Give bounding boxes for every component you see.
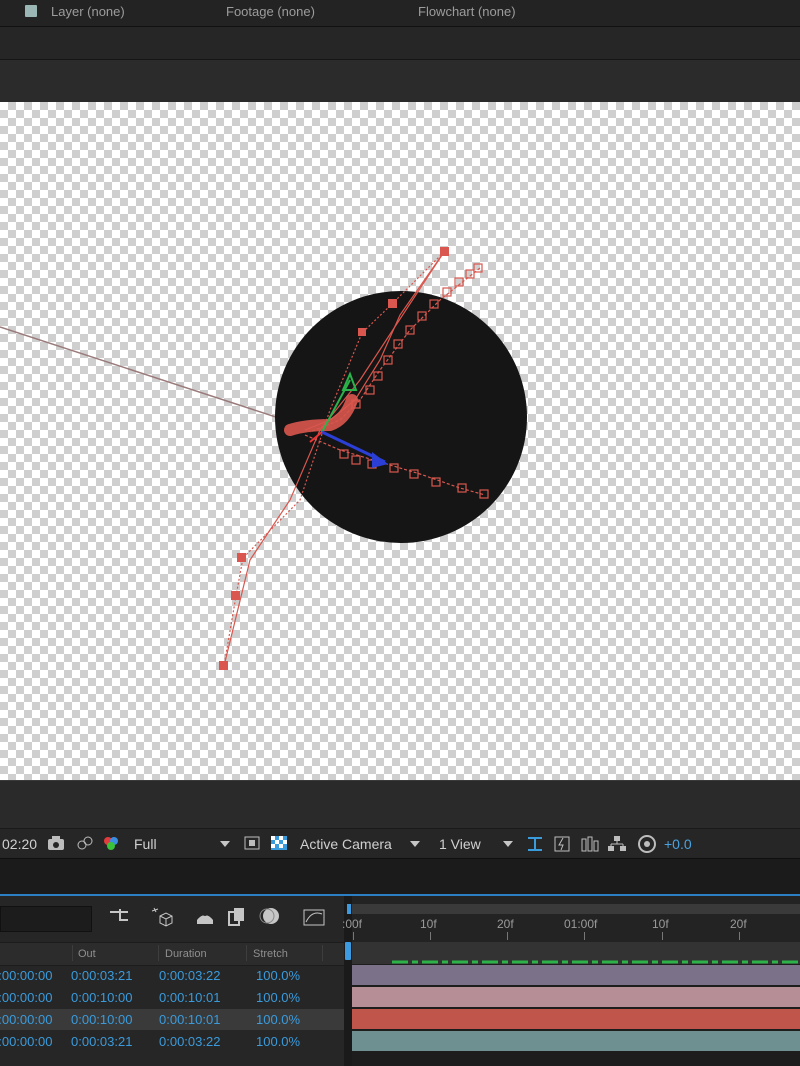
layer-row[interactable]: 0:00:00:00 0:00:03:21 0:00:03:22 100.0% xyxy=(0,1031,344,1052)
layer-row[interactable]: 0:00:00:00 0:00:10:00 0:00:10:01 100.0% xyxy=(0,987,344,1008)
composition-tab-strip xyxy=(0,27,800,60)
exposure-value[interactable]: +0.0 xyxy=(664,836,692,852)
resolution-chevron-down-icon[interactable] xyxy=(220,841,230,847)
composition-viewer[interactable] xyxy=(0,102,800,780)
viewer-controls-bar: 02:20 Full Active Camera 1 View +0.0 xyxy=(0,828,800,859)
region-icon[interactable] xyxy=(243,835,261,851)
timeline-tab-strip xyxy=(0,858,800,895)
layer-in[interactable]: 0:00:00:00 xyxy=(0,1034,52,1049)
layer-in[interactable]: 0:00:00:00 xyxy=(0,968,52,983)
layer-duration-bar[interactable] xyxy=(352,987,800,1007)
ruler-tick-label: :00f xyxy=(342,917,363,931)
layer-stretch[interactable]: 100.0% xyxy=(256,990,300,1005)
time-navigator-bar[interactable] xyxy=(352,904,800,914)
draft-3d-icon[interactable] xyxy=(150,906,174,928)
tab-footage[interactable]: Footage (none) xyxy=(226,4,315,19)
viewer-info-strip xyxy=(0,780,800,829)
composition-flowchart-icon[interactable] xyxy=(108,906,130,926)
layer-duration[interactable]: 0:00:10:01 xyxy=(159,990,220,1005)
timeline-icon[interactable] xyxy=(580,835,600,853)
resolution-select[interactable]: Full xyxy=(134,836,157,852)
motion-blur-icon[interactable] xyxy=(258,906,282,928)
work-area-bar[interactable] xyxy=(352,942,800,964)
time-navigator-handle[interactable] xyxy=(347,904,351,914)
view-layout-select[interactable]: 1 View xyxy=(439,836,481,852)
flowchart-icon[interactable] xyxy=(607,835,627,853)
fast-preview-icon[interactable] xyxy=(553,835,571,853)
exposure-reset-icon[interactable] xyxy=(637,835,657,855)
ruler-tick-label: 10f xyxy=(652,917,669,931)
camera-view-select[interactable]: Active Camera xyxy=(300,836,392,852)
layer-tab-swatch-icon xyxy=(25,5,37,17)
layer-stretch[interactable]: 100.0% xyxy=(256,1034,300,1049)
ruler-tick-label: 10f xyxy=(420,917,437,931)
camera-line xyxy=(0,326,286,421)
viewer-tabs-bar: Layer (none) Footage (none) Flowchart (n… xyxy=(0,0,800,27)
layer-in[interactable]: 0:00:00:00 xyxy=(0,990,52,1005)
hide-shy-icon[interactable] xyxy=(194,906,216,928)
layer-out[interactable]: 0:00:10:00 xyxy=(71,990,132,1005)
pixel-aspect-icon[interactable] xyxy=(526,835,544,853)
layer-duration[interactable]: 0:00:10:01 xyxy=(159,1012,220,1027)
layer-out[interactable]: 0:00:03:21 xyxy=(71,968,132,983)
layer-out[interactable]: 0:00:10:00 xyxy=(71,1012,132,1027)
camera-icon[interactable] xyxy=(47,835,65,851)
viewer-canvas xyxy=(0,247,527,670)
camera-chevron-down-icon[interactable] xyxy=(410,841,420,847)
layer-row[interactable]: 0:00:00:00 0:00:03:21 0:00:03:22 100.0% xyxy=(0,965,344,986)
layer-in[interactable]: 0:00:00:00 xyxy=(0,1012,52,1027)
color-channels-icon[interactable] xyxy=(76,835,94,851)
graph-editor-icon[interactable] xyxy=(302,906,326,928)
layer-duration-bar[interactable] xyxy=(352,965,800,985)
current-timecode[interactable]: 02:20 xyxy=(2,836,37,852)
layer-duration[interactable]: 0:00:03:22 xyxy=(159,968,220,983)
timeline-column-headers: Out Duration Stretch xyxy=(0,942,344,966)
timeline-search-input[interactable] xyxy=(0,906,92,932)
work-area-cache-indicator xyxy=(392,960,800,964)
layer-duration-bar[interactable] xyxy=(352,1031,800,1051)
column-out[interactable]: Out xyxy=(78,948,96,960)
frame-blending-icon[interactable] xyxy=(226,906,248,928)
column-stretch[interactable]: Stretch xyxy=(253,948,288,960)
rgb-channel-icon[interactable] xyxy=(101,835,121,851)
ruler-tick-label: 20f xyxy=(730,917,747,931)
layer-stretch[interactable]: 100.0% xyxy=(256,1012,300,1027)
composition-navigator xyxy=(0,60,800,102)
ruler-tick-label: 20f xyxy=(497,917,514,931)
column-duration[interactable]: Duration xyxy=(165,948,207,960)
views-chevron-down-icon[interactable] xyxy=(503,841,513,847)
layer-stretch[interactable]: 100.0% xyxy=(256,968,300,983)
transparency-grid-icon[interactable] xyxy=(270,835,288,851)
layer-duration[interactable]: 0:00:03:22 xyxy=(159,1034,220,1049)
sphere-layer[interactable] xyxy=(275,291,527,543)
tab-layer[interactable]: Layer (none) xyxy=(51,4,125,19)
layer-duration-bar[interactable] xyxy=(352,1009,800,1029)
layer-out[interactable]: 0:00:03:21 xyxy=(71,1034,132,1049)
layer-row-selected[interactable]: 0:00:00:00 0:00:10:00 0:00:10:01 100.0% xyxy=(0,1009,344,1030)
ruler-tick-label: 01:00f xyxy=(564,917,598,931)
tab-flowchart[interactable]: Flowchart (none) xyxy=(418,4,516,19)
current-time-indicator[interactable] xyxy=(345,942,351,960)
